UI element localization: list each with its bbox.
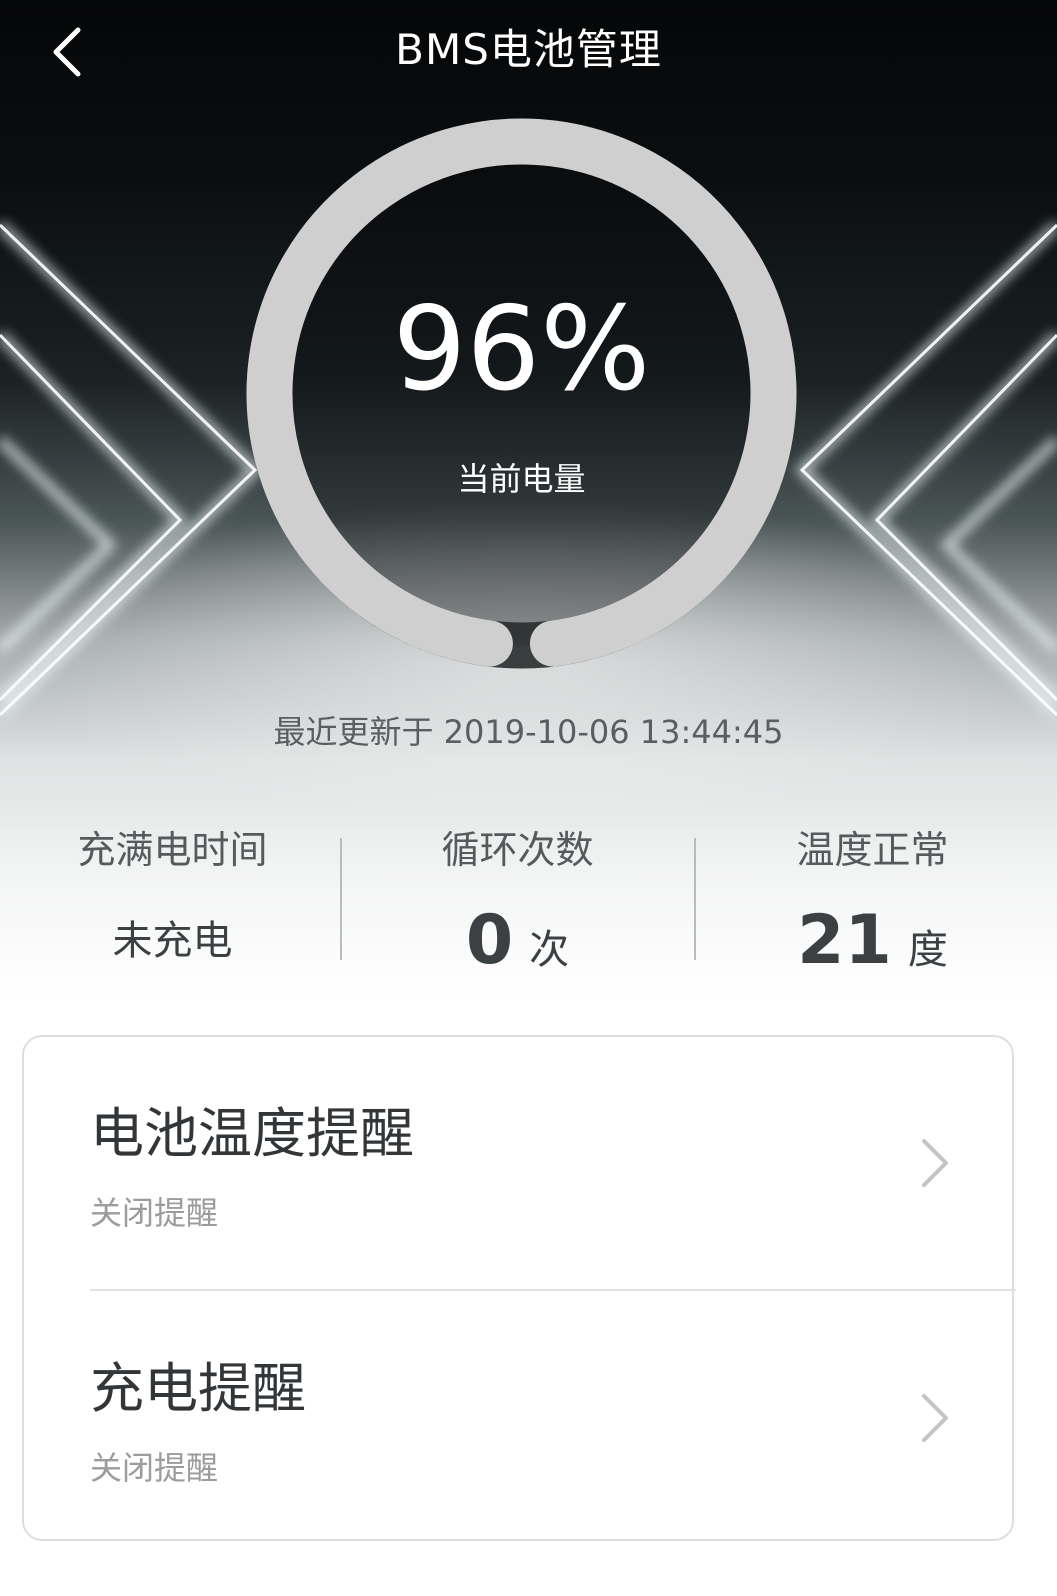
battery-temperature-reminder-item[interactable]: 电池温度提醒 关闭提醒	[24, 1037, 1016, 1290]
setting-subtitle: 关闭提醒	[90, 1194, 219, 1232]
last-updated-text: 最近更新于 2019-10-06 13:44:45	[273, 713, 784, 751]
stat-value: 未充电	[112, 918, 233, 964]
setting-title: 电池温度提醒	[90, 1102, 414, 1165]
stat-value: 0	[465, 901, 514, 980]
chevron-right-icon	[922, 1394, 948, 1442]
page-title: BMS电池管理	[395, 25, 662, 74]
chevron-right-icon	[922, 1139, 948, 1187]
battery-percent: 96%	[392, 282, 651, 417]
stat-cycle-count: 循环次数 0次	[345, 820, 690, 976]
reminder-settings-card: 电池温度提醒 关闭提醒 充电提醒 关闭提醒	[22, 1035, 1016, 1543]
setting-subtitle: 关闭提醒	[90, 1449, 219, 1487]
stat-full-charge-time: 充满电时间 未充电	[0, 820, 345, 970]
stat-title: 循环次数	[441, 828, 594, 872]
stat-title: 充满电时间	[77, 828, 268, 872]
stat-temperature: 温度正常 21 度	[700, 820, 1045, 976]
charging-reminder-item[interactable]: 充电提醒 关闭提醒	[24, 1290, 1016, 1543]
battery-level-gauge: 96% 当前电量	[243, 115, 800, 672]
navigation-bar: BMS电池管理	[0, 0, 1057, 110]
stat-unit: 度	[907, 927, 948, 973]
stat-unit: 次	[529, 927, 570, 973]
stat-divider	[340, 838, 342, 960]
setting-title: 充电提醒	[90, 1357, 306, 1420]
stat-value: 21	[797, 901, 892, 980]
battery-level-label: 当前电量	[457, 460, 586, 498]
stat-title: 温度正常	[796, 828, 949, 872]
stat-divider	[694, 838, 696, 960]
